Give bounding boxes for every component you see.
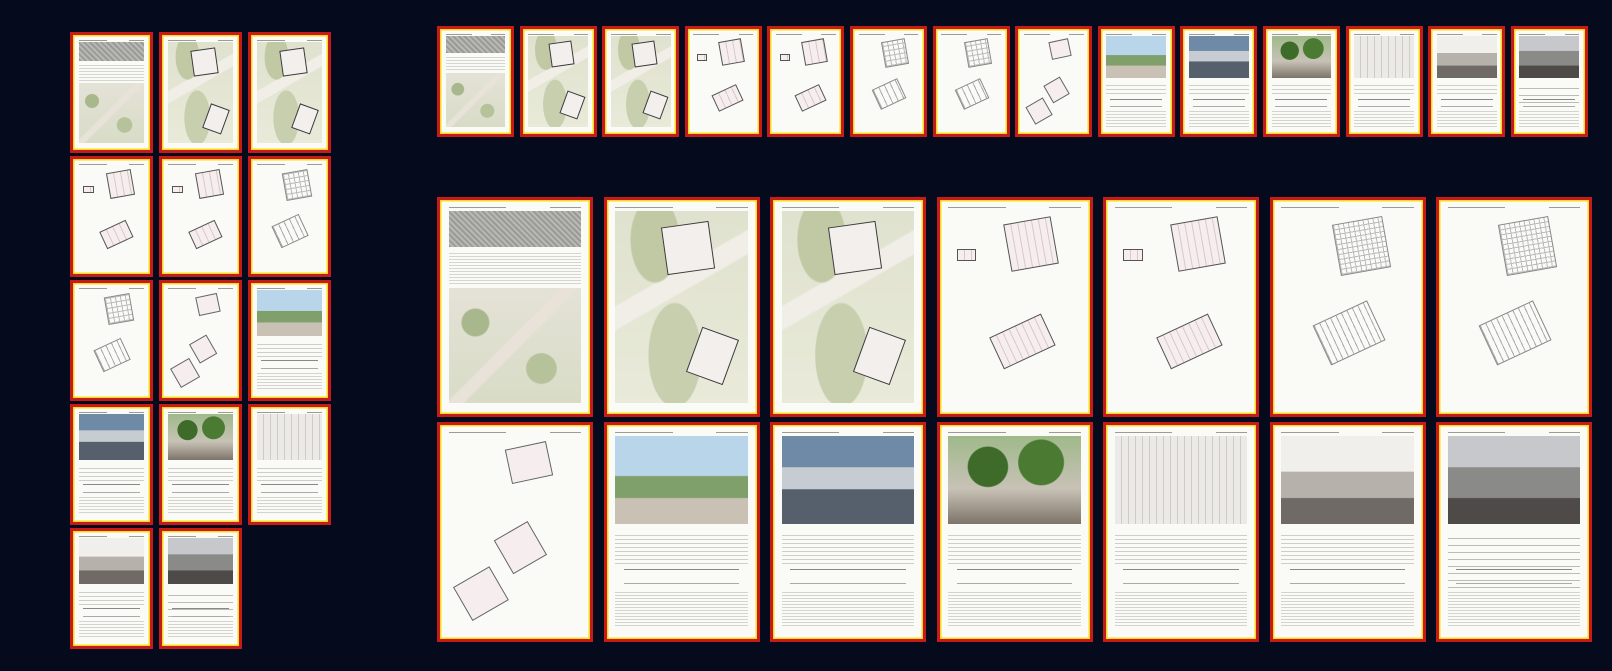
page-preview [443, 428, 587, 636]
page-preview [76, 38, 147, 147]
thumbnail-grid-page-6[interactable] [248, 156, 331, 277]
page-preview [1275, 203, 1420, 411]
page-preview [165, 534, 236, 643]
page-preview [443, 32, 508, 131]
filmstrip-row-page-7[interactable] [932, 26, 1010, 137]
large-grid-page-13[interactable] [1269, 422, 1426, 642]
page-preview [165, 38, 236, 147]
large-grid-page-7[interactable] [1436, 197, 1592, 417]
page-preview [254, 286, 325, 395]
large-grid-page-11[interactable] [936, 422, 1093, 642]
page-preview [1109, 203, 1253, 411]
filmstrip-row-page-8[interactable] [1015, 26, 1093, 137]
filmstrip-row-page-2[interactable] [519, 26, 597, 137]
thumbnail-grid-page-10[interactable] [70, 404, 153, 525]
page-preview [165, 410, 236, 519]
page-preview [1351, 32, 1417, 131]
page-preview [1268, 32, 1334, 131]
page-preview [76, 410, 147, 519]
page-preview [1516, 32, 1582, 131]
filmstrip-row-page-11[interactable] [1262, 26, 1340, 137]
page-preview [776, 428, 920, 636]
large-grid-body [437, 197, 1592, 642]
page-preview [942, 203, 1087, 411]
page-preview [254, 410, 325, 519]
filmstrip-row-page-5[interactable] [767, 26, 845, 137]
large-grid-page-14[interactable] [1436, 422, 1592, 642]
page-preview [608, 32, 674, 131]
thumbnail-grid-page-13[interactable] [70, 528, 153, 649]
filmstrip-row-page-13[interactable] [1428, 26, 1506, 137]
thumbnail-grid-page-11[interactable] [159, 404, 242, 525]
thumbnail-grid-page-3[interactable] [248, 32, 331, 153]
large-grid-page-5[interactable] [1103, 197, 1259, 417]
page-preview [76, 286, 147, 395]
filmstrip-row-page-1[interactable] [437, 26, 514, 137]
thumbnail-grid-page-14[interactable] [159, 528, 242, 649]
filmstrip-row-page-3[interactable] [602, 26, 680, 137]
thumbnail-grid [70, 32, 331, 649]
page-preview [165, 286, 236, 395]
large-grid [437, 197, 1592, 642]
thumbnail-grid-page-9[interactable] [248, 280, 331, 401]
page-preview [1103, 32, 1169, 131]
filmstrip-row-body [437, 26, 1588, 137]
filmstrip-row [437, 26, 1588, 137]
page-preview [1021, 32, 1087, 131]
large-grid-page-4[interactable] [936, 197, 1093, 417]
large-grid-page-8[interactable] [437, 422, 593, 642]
thumbnail-grid-body [70, 32, 331, 649]
thumbnail-grid-page-4[interactable] [70, 156, 153, 277]
thumbnail-grid-page-5[interactable] [159, 156, 242, 277]
large-grid-page-3[interactable] [770, 197, 926, 417]
page-preview [1442, 203, 1586, 411]
filmstrip-row-page-6[interactable] [849, 26, 927, 137]
large-grid-page-2[interactable] [603, 197, 760, 417]
page-preview [76, 162, 147, 271]
page-preview [1109, 428, 1253, 636]
filmstrip-row-page-14[interactable] [1510, 26, 1588, 137]
large-grid-page-1[interactable] [437, 197, 593, 417]
page-preview [1275, 428, 1420, 636]
filmstrip-row-page-9[interactable] [1097, 26, 1175, 137]
thumbnail-grid-page-2[interactable] [159, 32, 242, 153]
thumbnail-grid-page-1[interactable] [70, 32, 153, 153]
page-preview [443, 203, 587, 411]
page-preview [938, 32, 1004, 131]
large-grid-page-10[interactable] [770, 422, 926, 642]
filmstrip-row-page-4[interactable] [684, 26, 762, 137]
page-preview [254, 162, 325, 271]
large-grid-page-12[interactable] [1103, 422, 1259, 642]
page-preview [776, 203, 920, 411]
page-preview [1434, 32, 1500, 131]
page-preview [254, 38, 325, 147]
page-preview [855, 32, 921, 131]
page-preview [165, 162, 236, 271]
filmstrip-row-page-12[interactable] [1345, 26, 1423, 137]
page-preview [609, 203, 754, 411]
filmstrip-row-page-10[interactable] [1180, 26, 1258, 137]
thumbnail-grid-page-12[interactable] [248, 404, 331, 525]
large-grid-page-9[interactable] [603, 422, 760, 642]
page-preview [942, 428, 1087, 636]
page-preview [1442, 428, 1586, 636]
page-preview [773, 32, 839, 131]
page-preview [76, 534, 147, 643]
thumbnail-grid-page-7[interactable] [70, 280, 153, 401]
page-preview [525, 32, 591, 131]
page-preview [1186, 32, 1252, 131]
page-preview [690, 32, 756, 131]
large-grid-page-6[interactable] [1269, 197, 1426, 417]
thumbnail-grid-page-8[interactable] [159, 280, 242, 401]
page-preview [609, 428, 754, 636]
